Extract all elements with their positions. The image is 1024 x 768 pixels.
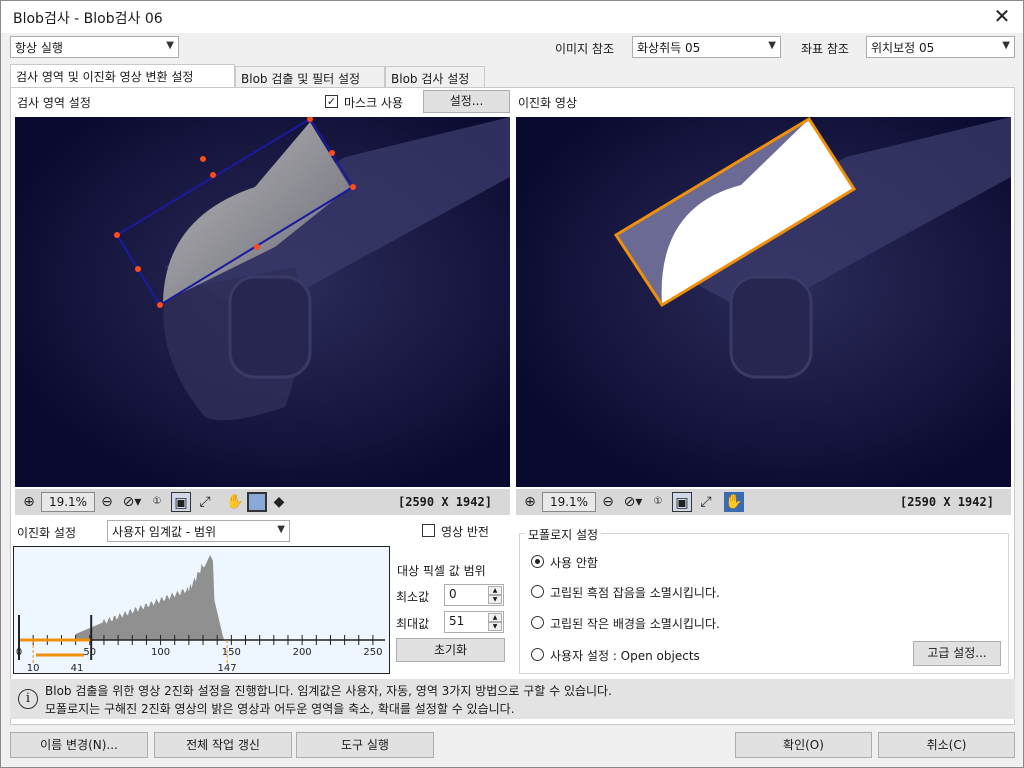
dialog-window: Blob검사 - Blob검사 06 ✕ 항상 실행 ▼ 이미지 참조 화상취득… bbox=[0, 0, 1024, 768]
binary-image-canvas bbox=[516, 117, 1011, 487]
binary-view-toolbar: ⊕ 19.1% ⊖ ⊘▾ ① ▣ ⤢ ✋ [2590 X 1942] bbox=[516, 489, 1011, 515]
chevron-down-icon: ▼ bbox=[277, 524, 285, 535]
min-label: 최소값 bbox=[396, 590, 430, 604]
chevron-down-icon: ▼ bbox=[768, 40, 776, 51]
histogram-panel[interactable]: 0 50 100 150 200 250 10 41 147 bbox=[13, 546, 390, 674]
info-bar: i Blob 검출을 위한 영상 2진화 설정을 진행합니다. 임계값은 사용자… bbox=[10, 679, 1015, 719]
histogram-tick-label: 50 bbox=[83, 647, 96, 658]
histogram-tick-label: 0 bbox=[16, 647, 22, 658]
hand-tool-icon[interactable]: ✋ bbox=[724, 492, 744, 512]
histogram-tick-label: 200 bbox=[293, 647, 312, 658]
histogram-marker-label: 10 bbox=[27, 663, 40, 673]
zoom-level[interactable]: 19.1% bbox=[542, 492, 596, 512]
tab-blob-inspect[interactable]: Blob 검사 설정 bbox=[385, 66, 485, 87]
ok-button[interactable]: 확인(O) bbox=[735, 732, 872, 758]
image-ref-select[interactable]: 화상취득 05 ▼ bbox=[632, 36, 781, 58]
coord-ref-select[interactable]: 위치보정 05 ▼ bbox=[866, 36, 1015, 58]
invert-checkbox[interactable] bbox=[422, 524, 435, 537]
fullscreen-icon[interactable]: ⤢ bbox=[195, 492, 215, 512]
morph-radio-custom[interactable] bbox=[531, 648, 544, 661]
info-icon: i bbox=[18, 689, 38, 709]
coord-ref-label: 좌표 참조 bbox=[801, 42, 849, 56]
chevron-down-icon: ▼ bbox=[166, 40, 174, 51]
cancel-button[interactable]: 취소(C) bbox=[878, 732, 1015, 758]
binary-image-title: 이진화 영상 bbox=[518, 96, 578, 110]
histogram-marker-label: 147 bbox=[218, 663, 237, 673]
image-ref-value: 화상취득 05 bbox=[637, 41, 701, 55]
inspect-area-title: 검사 영역 설정 bbox=[17, 96, 91, 110]
morph-radio-remove-dark-noise[interactable] bbox=[531, 585, 544, 598]
actual-size-icon[interactable]: ① bbox=[648, 492, 668, 512]
morph-option-label: 고립된 작은 배경을 소멸시킵니다. bbox=[550, 617, 720, 631]
coord-ref-value: 위치보정 05 bbox=[871, 41, 935, 55]
zoom-level[interactable]: 19.1% bbox=[41, 492, 95, 512]
spin-up-icon[interactable]: ▲ bbox=[488, 613, 502, 622]
max-value: 51 bbox=[449, 614, 465, 628]
pixel-range-title: 대상 픽셀 값 범위 bbox=[397, 564, 486, 578]
source-image-canvas bbox=[15, 117, 510, 487]
zoom-out-icon[interactable]: ⊖ bbox=[598, 492, 618, 512]
run-mode-value: 항상 실행 bbox=[15, 41, 63, 55]
spin-up-icon[interactable]: ▲ bbox=[488, 586, 502, 595]
run-mode-select[interactable]: 항상 실행 ▼ bbox=[10, 36, 179, 58]
spin-down-icon[interactable]: ▼ bbox=[488, 622, 502, 631]
image-dimensions: [2590 X 1942] bbox=[398, 495, 492, 509]
spin-down-icon[interactable]: ▼ bbox=[488, 595, 502, 604]
image-ref-label: 이미지 참조 bbox=[555, 42, 615, 56]
refresh-all-button[interactable]: 전체 작업 갱신 bbox=[154, 732, 292, 758]
morphology-title: 모폴로지 설정 bbox=[525, 526, 602, 543]
chevron-down-icon: ▼ bbox=[1002, 40, 1010, 51]
rename-button[interactable]: 이름 변경(N)... bbox=[10, 732, 148, 758]
mask-checkbox[interactable]: ✓ bbox=[325, 95, 338, 108]
zoom-preset-icon[interactable]: ⊘▾ bbox=[119, 492, 145, 512]
histogram-tick-label: 100 bbox=[151, 647, 170, 658]
max-value-spinner[interactable]: 51 ▲ ▼ bbox=[444, 611, 504, 633]
source-image-view[interactable] bbox=[15, 117, 510, 487]
histogram-tick-label: 250 bbox=[363, 647, 382, 658]
histogram-distribution bbox=[75, 555, 225, 640]
zoom-preset-icon[interactable]: ⊘▾ bbox=[620, 492, 646, 512]
source-view-toolbar: ⊕ 19.1% ⊖ ⊘▾ ① ▣ ⤢ ✋ ◆ [2590 X 1942] bbox=[15, 489, 510, 515]
min-value: 0 bbox=[449, 587, 457, 601]
actual-size-icon[interactable]: ① bbox=[147, 492, 167, 512]
morph-radio-none[interactable] bbox=[531, 555, 544, 568]
info-line-1: Blob 검출을 위한 영상 2진화 설정을 진행합니다. 임계값은 사용자, … bbox=[45, 684, 612, 698]
hand-tool-icon[interactable]: ✋ bbox=[225, 492, 245, 512]
invert-label: 영상 반전 bbox=[441, 525, 489, 539]
tab-blob-detect[interactable]: Blob 검출 및 필터 설정 bbox=[235, 66, 385, 87]
morph-radio-remove-small-bg[interactable] bbox=[531, 616, 544, 629]
zoom-in-icon[interactable]: ⊕ bbox=[19, 492, 39, 512]
close-icon[interactable]: ✕ bbox=[991, 5, 1013, 27]
threshold-mode-select[interactable]: 사용자 임계값 - 범위 ▼ bbox=[107, 520, 290, 542]
histogram-marker-label: 41 bbox=[71, 663, 84, 673]
morph-option-label: 사용자 설정 : Open objects bbox=[550, 649, 700, 663]
min-value-spinner[interactable]: 0 ▲ ▼ bbox=[444, 584, 504, 606]
image-dimensions: [2590 X 1942] bbox=[900, 495, 994, 509]
binarize-label: 이진화 설정 bbox=[17, 526, 77, 540]
binary-image-view[interactable] bbox=[516, 117, 1011, 487]
rect-tool-icon[interactable] bbox=[247, 492, 267, 512]
tab-area-binarize[interactable]: 검사 영역 및 이진화 영상 변환 설정 bbox=[10, 64, 235, 88]
fullscreen-icon[interactable]: ⤢ bbox=[696, 492, 716, 512]
fit-window-icon[interactable]: ▣ bbox=[672, 492, 692, 512]
morph-option-label: 사용 안함 bbox=[550, 556, 598, 570]
eraser-tool-icon[interactable]: ◆ bbox=[269, 492, 289, 512]
histogram-tick-label: 150 bbox=[222, 647, 241, 658]
threshold-mode-value: 사용자 임계값 - 범위 bbox=[112, 525, 217, 539]
info-line-2: 모폴로지는 구해진 2진화 영상의 밝은 영상과 어두운 영역을 축소, 확대를… bbox=[45, 702, 515, 716]
max-label: 최대값 bbox=[396, 617, 430, 631]
fit-window-icon[interactable]: ▣ bbox=[171, 492, 191, 512]
zoom-in-icon[interactable]: ⊕ bbox=[520, 492, 540, 512]
run-tool-button[interactable]: 도구 실행 bbox=[296, 732, 434, 758]
morph-option-label: 고립된 흑점 잡음을 소멸시킵니다. bbox=[550, 586, 720, 600]
mask-label: 마스크 사용 bbox=[344, 96, 404, 110]
title-bar: Blob검사 - Blob검사 06 ✕ bbox=[1, 1, 1023, 33]
advanced-settings-button[interactable]: 고급 설정... bbox=[913, 641, 1001, 666]
window-title: Blob검사 - Blob검사 06 bbox=[13, 11, 163, 27]
zoom-out-icon[interactable]: ⊖ bbox=[97, 492, 117, 512]
mask-settings-button[interactable]: 설정... bbox=[423, 90, 510, 113]
histogram-chart: 0 50 100 150 200 250 10 41 147 bbox=[16, 555, 385, 674]
reset-button[interactable]: 초기화 bbox=[396, 638, 505, 662]
